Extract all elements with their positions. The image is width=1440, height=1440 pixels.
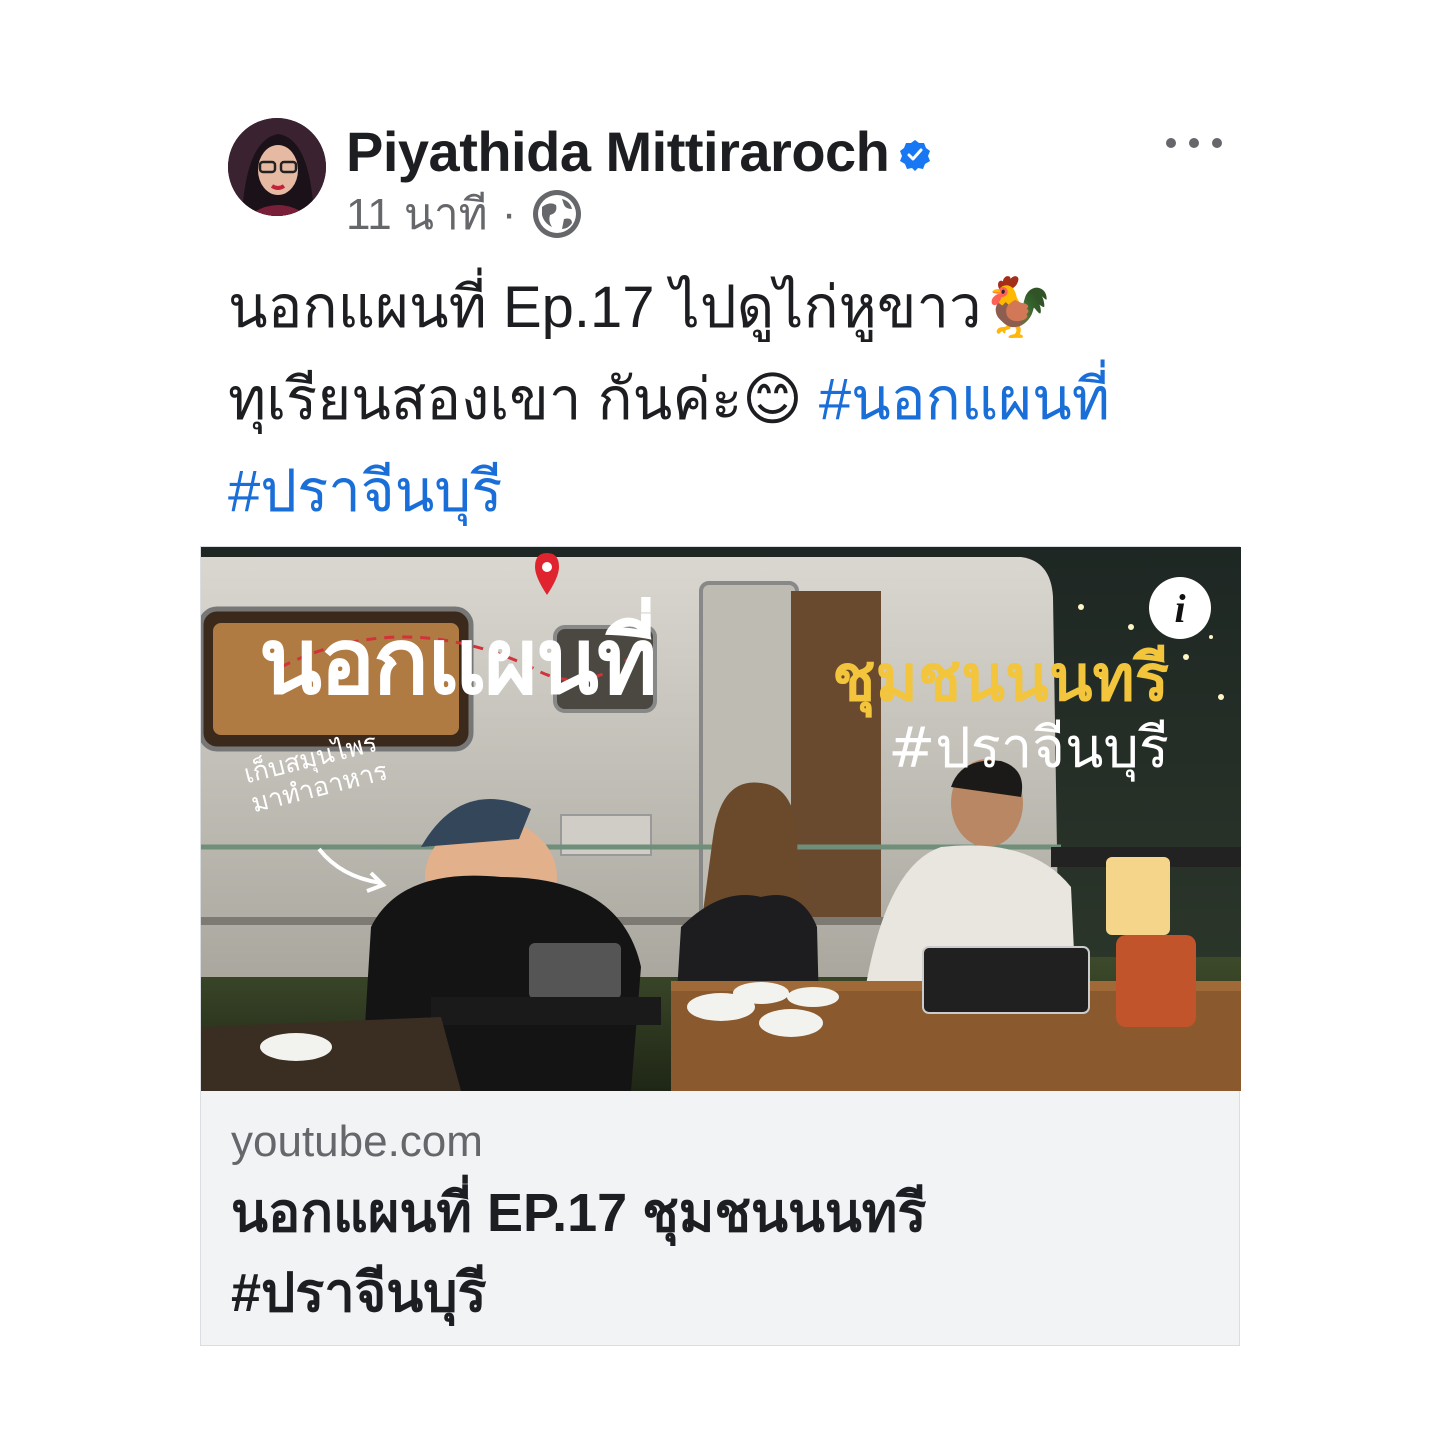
link-title-line: นอกแผนที่ EP.17 ชุมชนนนทรี bbox=[231, 1183, 927, 1243]
more-options-icon[interactable] bbox=[1166, 128, 1222, 158]
caption-text: ทุเรียนสองเขา กันค่ะ😊 bbox=[228, 367, 819, 432]
meta-separator: · bbox=[501, 189, 517, 238]
globe-icon[interactable] bbox=[530, 187, 584, 241]
more-dot bbox=[1166, 138, 1176, 148]
more-dot bbox=[1189, 138, 1199, 148]
thumbnail-hashtag: #ปราจีนบุรี bbox=[888, 716, 1169, 781]
video-thumbnail[interactable]: นอกแผนที่ ชุมชนนนทรี #ปราจีนบุรี เก็บสมุ… bbox=[201, 547, 1241, 1091]
author-avatar[interactable] bbox=[228, 118, 326, 216]
post-caption: นอกแผนที่ Ep.17 ไปดูไก่หูขาว🐓 ทุเรียนสอง… bbox=[228, 262, 1208, 538]
caption-line-3: #ปราจีนบุรี bbox=[228, 446, 1208, 538]
caption-line-2: ทุเรียนสองเขา กันค่ะ😊 #นอกแผนที่ bbox=[228, 354, 1208, 446]
thumbnail-title: นอกแผนที่ bbox=[259, 608, 658, 715]
link-preview-card[interactable]: นอกแผนที่ ชุมชนนนทรี #ปราจีนบุรี เก็บสมุ… bbox=[200, 546, 1241, 1346]
author-name-row: Piyathida Mittiraroch bbox=[346, 118, 931, 184]
caption-line-1: นอกแผนที่ Ep.17 ไปดูไก่หูขาว🐓 bbox=[228, 275, 1054, 340]
link-preview-footer[interactable]: youtube.com นอกแผนที่ EP.17 ชุมชนนนทรี #… bbox=[201, 1091, 1239, 1345]
link-title[interactable]: นอกแผนที่ EP.17 ชุมชนนนทรี #ปราจีนบุรี bbox=[231, 1173, 1211, 1333]
more-dot bbox=[1212, 138, 1222, 148]
info-icon[interactable]: i bbox=[1149, 577, 1211, 639]
link-title-line: #ปราจีนบุรี bbox=[231, 1263, 487, 1323]
post-meta: 11 นาที · bbox=[346, 186, 584, 242]
post-timestamp[interactable]: 11 นาที bbox=[346, 179, 488, 249]
hashtag-link[interactable]: #ปราจีนบุรี bbox=[228, 459, 502, 524]
author-name[interactable]: Piyathida Mittiraroch bbox=[346, 119, 890, 184]
verified-badge-icon bbox=[900, 140, 931, 171]
hashtag-link[interactable]: #นอกแผนที่ bbox=[819, 367, 1110, 432]
post-header: Piyathida Mittiraroch 11 นาที · bbox=[228, 118, 1222, 248]
link-domain: youtube.com bbox=[231, 1117, 483, 1166]
